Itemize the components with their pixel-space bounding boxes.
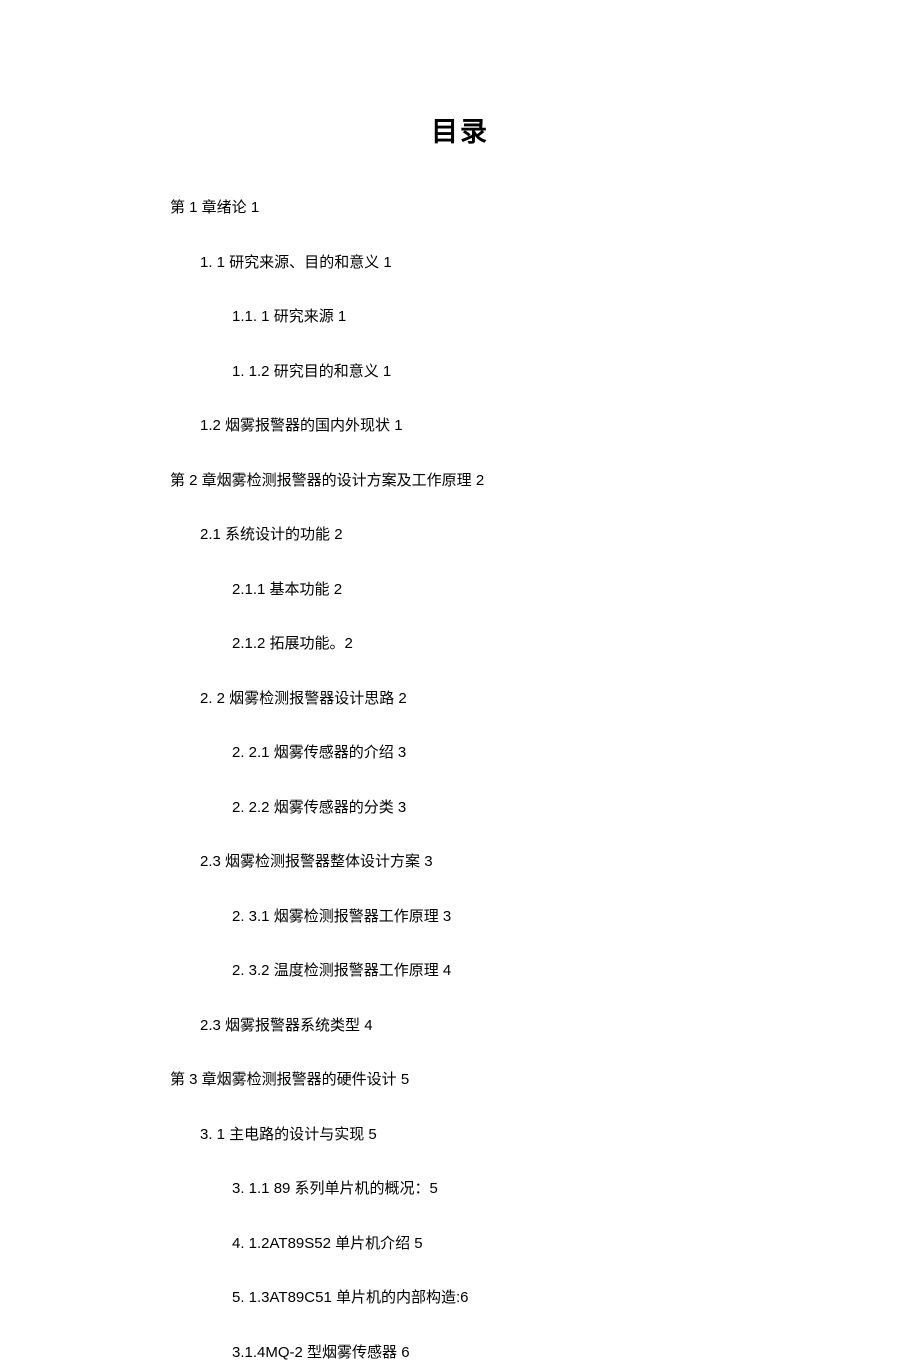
toc-entry: 2. 3.2 温度检测报警器工作原理 4 <box>232 960 750 983</box>
toc-entry: 1. 1 研究来源、目的和意义 1 <box>200 252 750 275</box>
document-title: 目录 <box>170 110 750 149</box>
toc-entry: 3. 1 主电路的设计与实现 5 <box>200 1124 750 1147</box>
toc-entry: 2.3 烟雾报警器系统类型 4 <box>200 1015 750 1038</box>
toc-entry: 5. 1.3AT89C51 单片机的内部构造:6 <box>232 1287 750 1310</box>
toc-entry: 4. 1.2AT89S52 单片机介绍 5 <box>232 1233 750 1256</box>
toc-entry: 1.2 烟雾报警器的国内外现状 1 <box>200 415 750 438</box>
toc-entry: 2.3 烟雾检测报警器整体设计方案 3 <box>200 851 750 874</box>
toc-entry: 3. 1.1 89 系列单片机的概况：5 <box>232 1178 750 1201</box>
toc-entry: 1. 1.2 研究目的和意义 1 <box>232 361 750 384</box>
toc-entry: 2.1 系统设计的功能 2 <box>200 524 750 547</box>
toc-entry: 2. 2 烟雾检测报警器设计思路 2 <box>200 688 750 711</box>
toc-entry: 第 2 章烟雾检测报警器的设计方案及工作原理 2 <box>170 470 750 493</box>
toc-entry: 2. 2.2 烟雾传感器的分类 3 <box>232 797 750 820</box>
toc-entry: 2.1.1 基本功能 2 <box>232 579 750 602</box>
toc-entry: 第 3 章烟雾检测报警器的硬件设计 5 <box>170 1069 750 1092</box>
toc-entry: 2. 3.1 烟雾检测报警器工作原理 3 <box>232 906 750 929</box>
toc-entry: 3.1.4MQ-2 型烟雾传感器 6 <box>232 1342 750 1364</box>
toc-entry: 1.1. 1 研究来源 1 <box>232 306 750 329</box>
toc-entry: 2. 2.1 烟雾传感器的介绍 3 <box>232 742 750 765</box>
toc-entry: 2.1.2 拓展功能。2 <box>232 633 750 656</box>
table-of-contents: 第 1 章绪论 1 1. 1 研究来源、目的和意义 1 1.1. 1 研究来源 … <box>170 197 750 1364</box>
toc-entry: 第 1 章绪论 1 <box>170 197 750 220</box>
